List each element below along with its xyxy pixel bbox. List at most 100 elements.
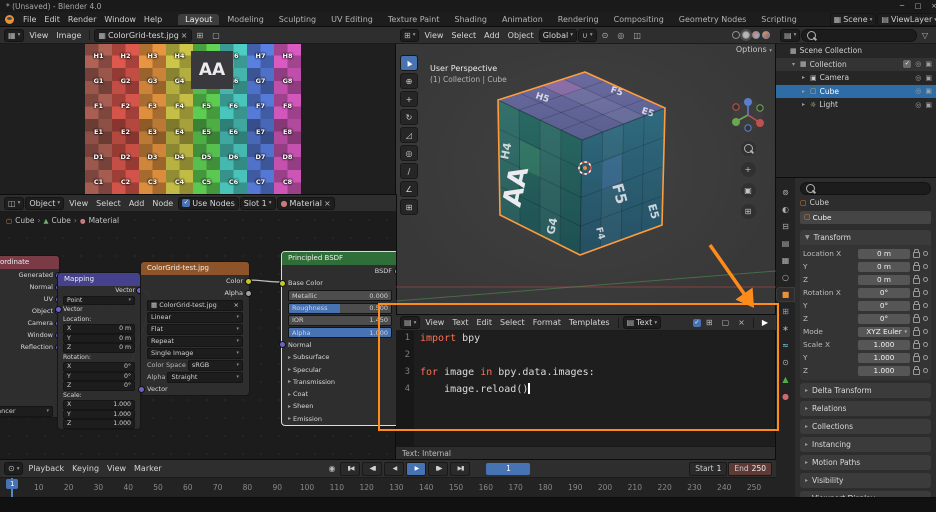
main-menu-render[interactable]: Render [64,14,100,25]
outliner-item-label[interactable]: Scene Collection [800,46,862,55]
viewport-menu-view[interactable]: View [420,30,447,41]
node-section-sheen[interactable]: ▸ Sheen [282,400,396,412]
image-datablock[interactable]: ▦ ColorGrid-test.jpg × [94,28,192,42]
property-field-z[interactable]: 0 m [858,274,910,285]
workspace-tab-animation[interactable]: Animation [495,14,550,25]
frame-number[interactable]: 170 [508,483,522,492]
node-field-x[interactable]: X 0° [58,362,140,372]
editor-type-selector[interactable]: ⊞ ▾ [400,28,420,42]
properties-tab-data[interactable]: ▲ [777,373,794,386]
camera-icon[interactable]: ▣ [925,87,932,95]
run-script-button[interactable]: ▶ [758,317,772,328]
animate-dot-icon[interactable] [923,355,928,360]
lock-icon[interactable] [913,275,920,284]
eye-icon[interactable]: ◎ [915,87,921,95]
frame-number[interactable]: 200 [598,483,612,492]
pair-control[interactable]: Straight ▾ [167,371,243,383]
value-field[interactable]: Y 0 m [63,333,135,343]
expand-arrow-icon[interactable]: ▸ [800,101,807,108]
outliner-row-scene-collection[interactable]: ▦ Scene Collection [776,44,936,58]
mapping-header[interactable]: Mapping [58,273,140,286]
shader-menu-select[interactable]: Select [92,198,125,209]
value-field[interactable]: X 0° [63,362,135,372]
animate-dot-icon[interactable] [923,251,928,256]
slider-control[interactable]: IOR 1.450 [288,314,392,326]
unlink-icon[interactable]: × [324,199,331,208]
text-menu-templates[interactable]: Templates [565,317,614,328]
frame-number[interactable]: 240 [717,483,731,492]
lock-icon[interactable] [913,340,920,349]
node-field-z[interactable]: Z 0 m [58,343,140,353]
material-datablock[interactable]: ● Material × [276,196,335,210]
open-text-icon[interactable]: ▢ [718,317,734,328]
prev-keyframe-button[interactable]: ◀▮ [362,461,383,476]
value-field[interactable]: Z 1.000 [63,419,135,429]
node-dropdown-linear[interactable]: Linear ▾ [141,311,249,323]
properties-tab-constraints[interactable]: ⊙ [777,356,794,369]
workspace-tab-modeling[interactable]: Modeling [220,14,270,25]
shader-menu-node[interactable]: Node [148,198,177,209]
play-button[interactable]: ▶ [406,461,427,476]
node-slider-roughness[interactable]: Roughness 0.500 [282,302,396,314]
outliner-item-label[interactable]: Collection [810,60,847,69]
animate-dot-icon[interactable] [923,368,928,373]
transform-panel-header[interactable]: ▼ Transform [800,230,931,245]
code-area[interactable]: 1 import bpy 2 3 for image in bpy.data.image… [396,330,776,447]
tool-select-box[interactable]: ▲ [400,55,418,71]
properties-tab-scene[interactable]: ▦ [777,254,794,267]
register-checkbox[interactable]: ✓ [692,318,701,327]
frame-end-field[interactable]: End 250 [728,461,772,476]
image-menu-image[interactable]: Image [52,30,85,41]
scene-selector[interactable]: ▦ Scene ▾ [829,13,877,26]
node-field-x[interactable]: X 0 m [58,324,140,334]
panel-delta-transform[interactable]: ▸ Delta Transform [800,383,931,398]
overlays-toggle-icon[interactable]: ◫ [629,30,645,41]
workspace-tab-rendering[interactable]: Rendering [551,14,606,25]
shading-material-icon[interactable] [752,31,760,39]
editor-type-selector[interactable]: ⊙ ▾ [4,462,24,475]
frame-number[interactable]: 100 [300,483,314,492]
lock-icon[interactable] [913,249,920,258]
code-line-2[interactable]: 2 [396,347,776,364]
pivot-point-icon[interactable]: ⊙ [598,30,613,41]
value-field[interactable]: X 0 m [63,324,135,334]
text-menu-format[interactable]: Format [529,317,565,328]
outliner-item-label[interactable]: Light [819,100,838,109]
node-pair-alpha[interactable]: Alpha Straight ▾ [141,371,249,383]
slider-control[interactable]: Alpha 1.000 [288,327,392,339]
lock-icon[interactable] [913,353,920,362]
expand-arrow-icon[interactable]: ▸ [800,74,807,81]
breadcrumb-item[interactable]: Material [89,216,119,225]
dropdown-control[interactable]: Point ▾ [63,295,135,305]
node-texture-coordinate[interactable]: Texture Coordinate Generated Normal UV Objec… [0,255,62,418]
camera-icon[interactable]: ▣ [925,60,932,68]
options-dropdown[interactable]: Options ▾ [736,45,772,54]
node-socket[interactable] [245,289,252,297]
node-dropdown-flat[interactable]: Flat ▾ [141,323,249,335]
maximize-button[interactable]: □ [910,2,926,10]
property-field-y[interactable]: 0 m [858,261,910,272]
node-dropdown-single-image[interactable]: Single Image ▾ [141,347,249,359]
eye-icon[interactable]: ◎ [915,101,921,109]
node-field-x[interactable]: X 1.000 [58,400,140,410]
dropdown-control[interactable]: Repeat ▾ [147,335,243,347]
tool-add-cube[interactable]: ⊞ [400,199,418,215]
value-field[interactable]: Y 1.000 [63,409,135,419]
property-field-y[interactable]: 0° [858,300,910,311]
slider-control[interactable]: Metallic 0.000 [288,290,392,302]
breadcrumb-item[interactable]: Cube [52,216,71,225]
tool-cursor[interactable]: ⊕ [400,73,418,89]
node-dropdown-from-instancer[interactable]: From Instancer ▾ [0,405,59,417]
node-section-coat[interactable]: ▸ Coat [282,388,396,400]
frame-number[interactable]: 220 [657,483,671,492]
frame-number[interactable]: 140 [419,483,433,492]
node-field-z[interactable]: Z 0° [58,381,140,391]
frame-number[interactable]: 80 [243,483,253,492]
text-datablock[interactable]: ▤ Text ▾ [622,316,662,329]
text-menu-view[interactable]: View [421,317,448,328]
node-principled-bsdf[interactable]: Principled BSDF BSDF Base Color Metallic 0.0… [279,251,396,426]
frame-number[interactable]: 190 [568,483,582,492]
frame-number[interactable]: 30 [94,483,104,492]
close-button[interactable]: × [926,2,936,10]
editor-type-selector[interactable]: ▤ ▾ [780,28,801,42]
